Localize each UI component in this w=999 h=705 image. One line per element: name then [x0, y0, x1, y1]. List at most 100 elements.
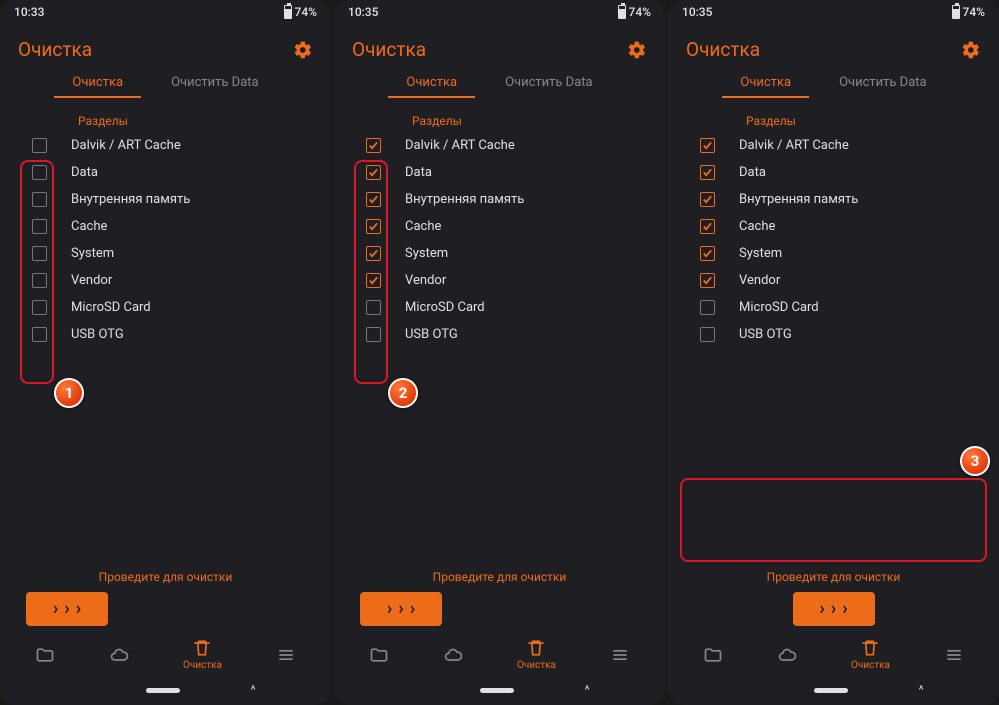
- battery-percent: 74%: [295, 5, 317, 19]
- list-item[interactable]: Внутренняя память: [686, 186, 981, 213]
- list-item-label: Data: [405, 165, 432, 180]
- checkbox[interactable]: [366, 138, 381, 153]
- checkbox[interactable]: [366, 165, 381, 180]
- checkbox[interactable]: [700, 327, 715, 342]
- list-item[interactable]: Внутренняя память: [18, 186, 313, 213]
- swipe-to-wipe-button[interactable]: ›››: [26, 592, 108, 626]
- nav-home-pill[interactable]: [480, 688, 514, 693]
- status-battery: 74%: [284, 5, 317, 19]
- list-item-label: Data: [739, 165, 766, 180]
- nav-files[interactable]: [703, 645, 723, 665]
- checkbox[interactable]: [366, 219, 381, 234]
- list-item[interactable]: Vendor: [686, 267, 981, 294]
- checkbox[interactable]: [366, 300, 381, 315]
- nav-menu[interactable]: [944, 645, 964, 665]
- battery-percent: 74%: [963, 5, 985, 19]
- checkbox[interactable]: [700, 165, 715, 180]
- partition-list: Dalvik / ART Cache Data Внутренняя памят…: [0, 132, 331, 348]
- nav-wipe[interactable]: Очистка: [183, 638, 222, 671]
- list-item[interactable]: USB OTG: [352, 321, 647, 348]
- list-item-label: Dalvik / ART Cache: [739, 138, 849, 153]
- list-item-label: USB OTG: [739, 327, 792, 342]
- nav-wipe[interactable]: Очистка: [851, 638, 890, 671]
- list-item[interactable]: Data: [352, 159, 647, 186]
- list-item[interactable]: System: [352, 240, 647, 267]
- nav-caret-icon[interactable]: ^: [919, 683, 924, 697]
- nav-cloud[interactable]: [443, 645, 463, 665]
- nav-cloud[interactable]: [777, 645, 797, 665]
- tab-wipe[interactable]: Очистка: [402, 69, 461, 98]
- chevron-right-icon: ›: [398, 600, 403, 618]
- tab-wipe-data[interactable]: Очистить Data: [167, 69, 263, 98]
- list-item[interactable]: MicroSD Card: [352, 294, 647, 321]
- checkbox[interactable]: [32, 192, 47, 207]
- list-item[interactable]: MicroSD Card: [686, 294, 981, 321]
- list-item[interactable]: Cache: [686, 213, 981, 240]
- nav-menu[interactable]: [610, 645, 630, 665]
- gear-icon[interactable]: [627, 40, 647, 60]
- nav-files[interactable]: [369, 645, 389, 665]
- nav-home-pill[interactable]: [814, 688, 848, 693]
- checkbox[interactable]: [32, 246, 47, 261]
- checkbox[interactable]: [700, 192, 715, 207]
- nav-cloud[interactable]: [109, 645, 129, 665]
- checkbox[interactable]: [32, 138, 47, 153]
- phone-screen: 10:35 74% Очистка Очистка Очистить DataР…: [334, 0, 665, 705]
- list-item[interactable]: Vendor: [18, 267, 313, 294]
- list-item[interactable]: USB OTG: [18, 321, 313, 348]
- nav-wipe[interactable]: Очистка: [517, 638, 556, 671]
- status-time: 10:33: [14, 5, 44, 19]
- list-item-label: Data: [71, 165, 98, 180]
- status-bar: 10:35 74%: [668, 0, 999, 24]
- checkbox[interactable]: [32, 327, 47, 342]
- list-item[interactable]: USB OTG: [686, 321, 981, 348]
- tab-wipe-data[interactable]: Очистить Data: [501, 69, 597, 98]
- checkbox[interactable]: [32, 165, 47, 180]
- checkbox[interactable]: [700, 273, 715, 288]
- list-item[interactable]: Vendor: [352, 267, 647, 294]
- checkbox[interactable]: [700, 138, 715, 153]
- checkbox[interactable]: [32, 273, 47, 288]
- battery-icon: [952, 5, 960, 19]
- checkbox[interactable]: [366, 246, 381, 261]
- checkbox[interactable]: [366, 327, 381, 342]
- swipe-hint: Проведите для очистки: [334, 570, 665, 584]
- nav-files[interactable]: [35, 645, 55, 665]
- tab-wipe[interactable]: Очистка: [736, 69, 795, 98]
- list-item[interactable]: Dalvik / ART Cache: [18, 132, 313, 159]
- list-item[interactable]: MicroSD Card: [18, 294, 313, 321]
- checkbox[interactable]: [366, 192, 381, 207]
- checkbox[interactable]: [32, 219, 47, 234]
- tab-wipe[interactable]: Очистка: [68, 69, 127, 98]
- chevron-right-icon: ›: [842, 600, 847, 618]
- nav-menu[interactable]: [276, 645, 296, 665]
- nav-caret-icon[interactable]: ^: [251, 683, 256, 697]
- tab-wipe-data[interactable]: Очистить Data: [835, 69, 931, 98]
- swipe-to-wipe-button[interactable]: ›››: [793, 592, 875, 626]
- system-nav-bar: ^: [334, 677, 665, 705]
- gear-icon[interactable]: [293, 40, 313, 60]
- tab-bar: Очистка Очистить Data: [0, 69, 331, 98]
- list-item[interactable]: Cache: [18, 213, 313, 240]
- checkbox[interactable]: [700, 219, 715, 234]
- list-item[interactable]: Внутренняя память: [352, 186, 647, 213]
- gear-icon[interactable]: [961, 40, 981, 60]
- nav-home-pill[interactable]: [146, 688, 180, 693]
- nav-caret-icon[interactable]: ^: [585, 683, 590, 697]
- list-item-label: System: [739, 246, 782, 261]
- checkbox[interactable]: [366, 273, 381, 288]
- list-item[interactable]: System: [18, 240, 313, 267]
- checkbox[interactable]: [700, 300, 715, 315]
- list-item[interactable]: Data: [686, 159, 981, 186]
- status-battery: 74%: [952, 5, 985, 19]
- checkbox[interactable]: [700, 246, 715, 261]
- battery-percent: 74%: [629, 5, 651, 19]
- list-item[interactable]: Dalvik / ART Cache: [352, 132, 647, 159]
- list-item-label: Внутренняя память: [739, 192, 858, 207]
- list-item[interactable]: Cache: [352, 213, 647, 240]
- checkbox[interactable]: [32, 300, 47, 315]
- list-item[interactable]: System: [686, 240, 981, 267]
- swipe-to-wipe-button[interactable]: ›››: [360, 592, 442, 626]
- list-item[interactable]: Data: [18, 159, 313, 186]
- list-item[interactable]: Dalvik / ART Cache: [686, 132, 981, 159]
